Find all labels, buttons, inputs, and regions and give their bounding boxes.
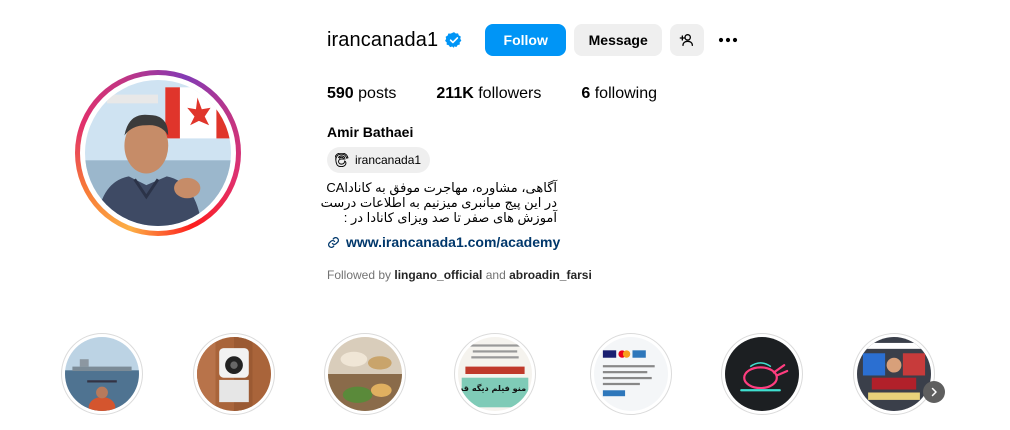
threads-icon (335, 153, 349, 167)
following-label: following (594, 85, 657, 102)
highlight-item-1[interactable] (61, 333, 143, 415)
boat-harbor-thumbnail (65, 337, 139, 411)
followed-by-and: and (485, 268, 506, 282)
store-sign-thumbnail (857, 337, 931, 411)
suggest-users-button[interactable] (670, 24, 705, 56)
verified-badge-icon (445, 31, 463, 49)
bio-line-3: آموزش های صفر تا صد ویزای کانادا در : (343, 210, 557, 225)
avatar-gap (80, 75, 236, 231)
posts-label: posts (358, 85, 397, 102)
followed-by-text[interactable]: Followed by lingano_official and abroadi… (327, 268, 592, 282)
robot-vacuum-thumbnail (197, 337, 271, 411)
more-horizontal-icon (716, 28, 740, 52)
bio-line-1: آگاهی، مشاوره، مهاجرت موفق به کاناداCA (326, 180, 557, 195)
neon-chicken-thumbnail (725, 337, 799, 411)
followers-stat[interactable]: 211K followers (436, 85, 541, 103)
person-add-icon (679, 32, 695, 48)
profile-avatar-ring[interactable] (75, 70, 241, 236)
profile-header: irancanada1 Follow Message (327, 24, 744, 56)
followers-label: followers (478, 85, 542, 102)
profile-bio: آگاهی، مشاوره، مهاجرت موفق به کاناداCA د… (320, 180, 557, 225)
threads-handle: irancanada1 (355, 153, 422, 167)
posts-count: 590 (327, 85, 354, 102)
website-url: www.irancanada1.com/academy (346, 234, 561, 250)
follow-button[interactable]: Follow (485, 24, 567, 56)
username: irancanada1 (327, 28, 439, 51)
followers-count: 211K (436, 85, 474, 102)
credit-cards-thumbnail (594, 337, 668, 411)
highlight-item-6[interactable] (721, 333, 803, 415)
highlight-item-5[interactable] (590, 333, 672, 415)
avatar-photo-image (85, 80, 231, 226)
bio-line-2: در این پیج میانبری میزنیم به اطلاعات درس… (320, 195, 557, 210)
food-table-thumbnail (328, 337, 402, 411)
threads-badge[interactable]: irancanada1 (327, 147, 431, 173)
followed-by-user-2[interactable]: abroadin_farsi (509, 268, 592, 282)
posts-stat: 590 posts (327, 85, 396, 103)
following-count: 6 (581, 85, 591, 102)
message-button[interactable]: Message (574, 24, 663, 56)
highlights-next-button[interactable] (923, 381, 945, 403)
link-icon (327, 236, 340, 249)
following-stat[interactable]: 6 following (581, 85, 657, 103)
svg-text:غیر از منو فیلم دیگه قید همه: غیر از منو فیلم دیگه قید همه (458, 383, 532, 394)
highlight-item-2[interactable] (193, 333, 275, 415)
profile-full-name: Amir Bathaei (327, 124, 414, 140)
avatar[interactable] (85, 80, 231, 226)
followed-by-user-1[interactable]: lingano_official (394, 268, 482, 282)
more-options-button[interactable] (712, 24, 744, 56)
profile-website-link[interactable]: www.irancanada1.com/academy (327, 234, 560, 250)
profile-stats: 590 posts 211K followers 6 following (327, 85, 697, 103)
highlight-item-3[interactable] (324, 333, 406, 415)
highlight-item-4[interactable]: غیر از منو فیلم دیگه قید همه (454, 333, 536, 415)
chevron-right-icon (928, 386, 940, 398)
highlight-item-7[interactable] (853, 333, 935, 415)
story-highlights: غیر از منو فیلم دیگه قید همه (61, 333, 961, 423)
followed-by-prefix: Followed by (327, 268, 392, 282)
persian-text-post-thumbnail: غیر از منو فیلم دیگه قید همه (458, 337, 532, 411)
